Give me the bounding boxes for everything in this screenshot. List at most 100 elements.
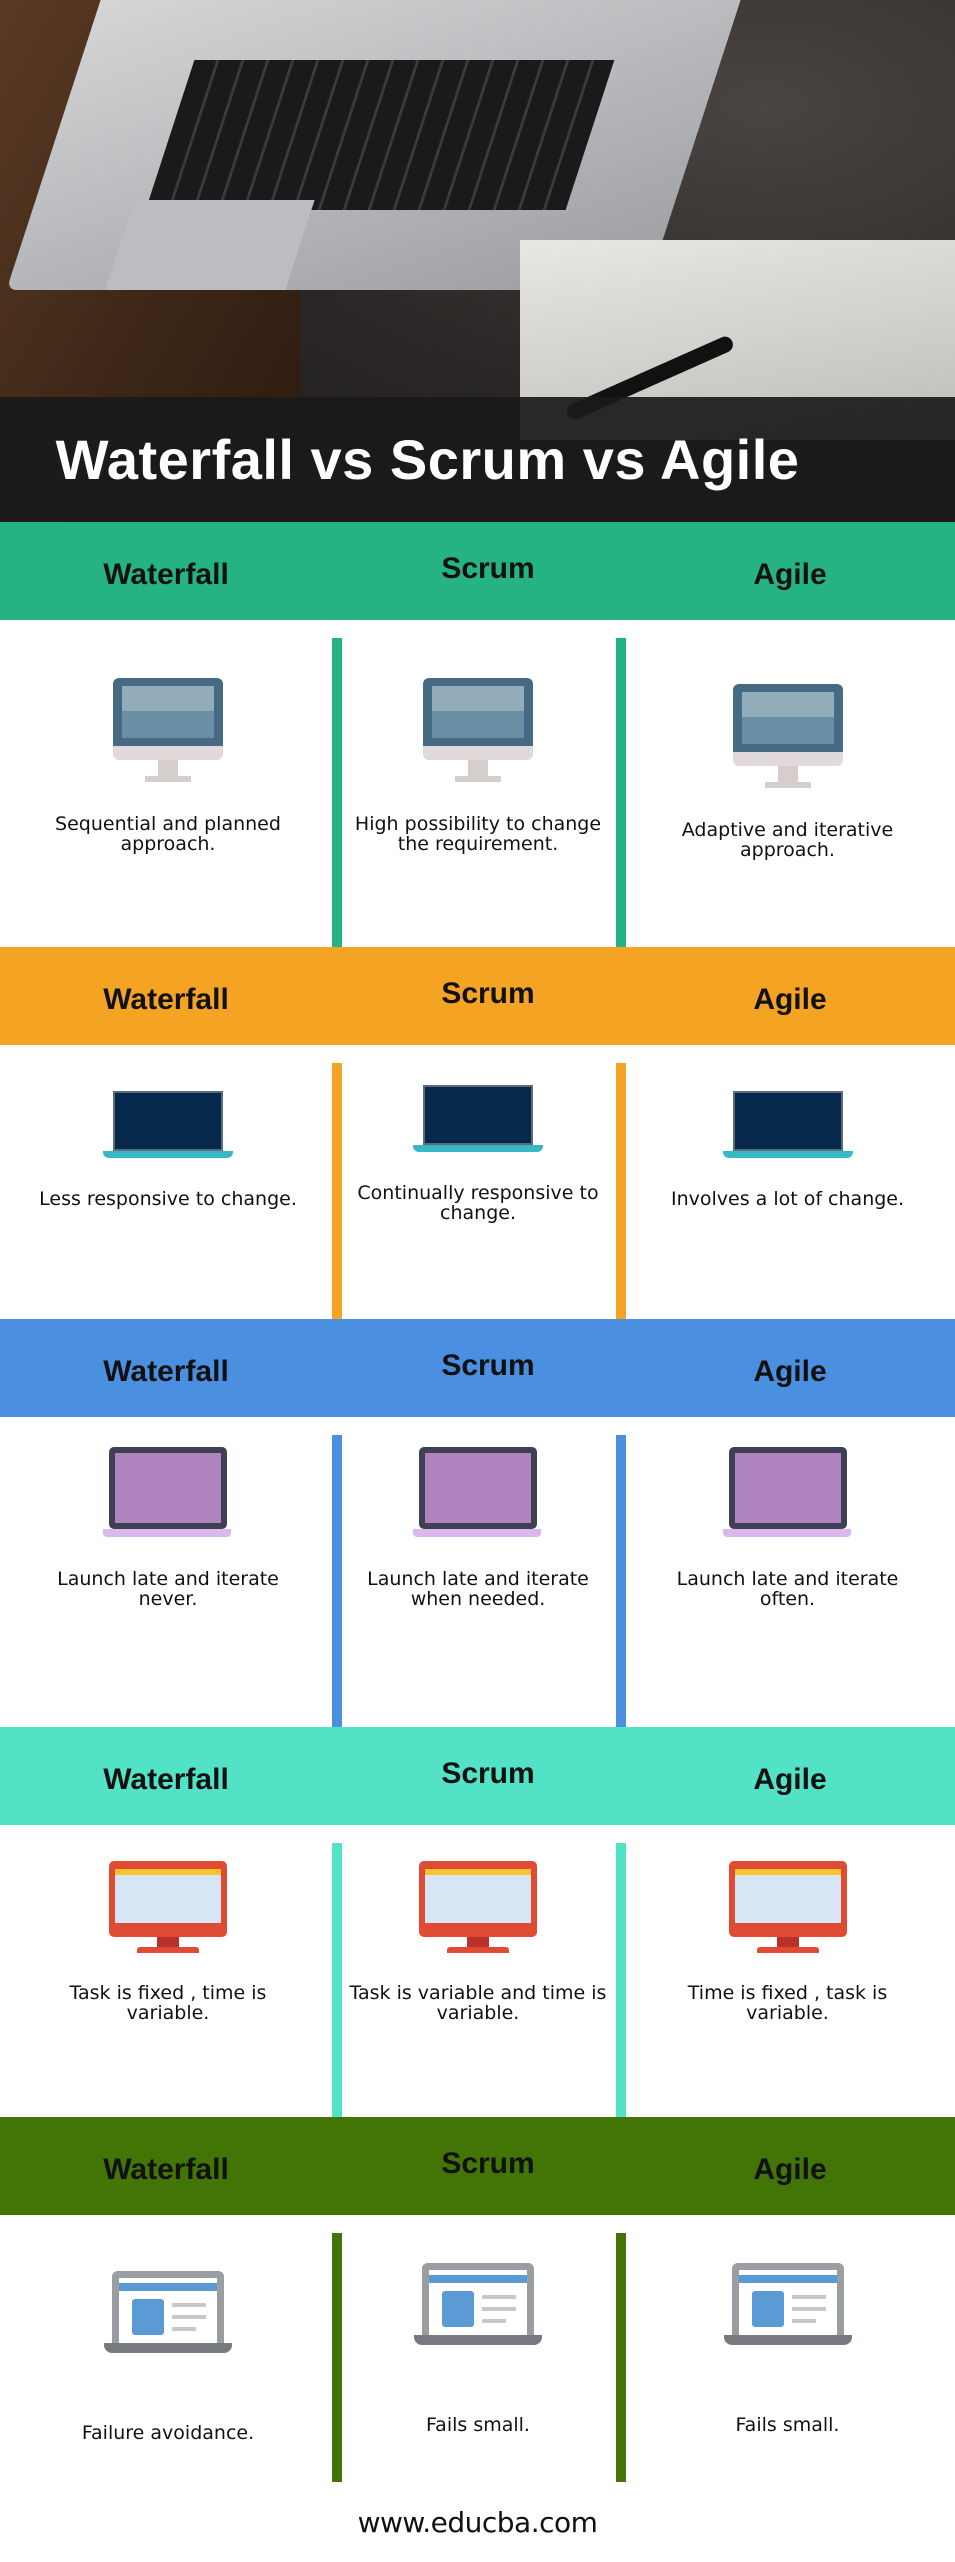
icon-part [756, 1947, 819, 1953]
section-header: Waterfall Scrum Agile [0, 1727, 955, 1825]
laptop-icon [722, 1447, 853, 1539]
icon-part [442, 2291, 474, 2327]
laptop-icon [413, 1081, 543, 1153]
cell-description: Continually responsive to change. [357, 1182, 599, 1224]
icon-part [423, 1085, 533, 1145]
icon-part [732, 684, 843, 752]
title-band: Waterfall vs Scrum vs Agile [0, 397, 955, 522]
section-body: Sequential and planned approach. High pos… [0, 620, 955, 947]
comparison-cell: Task is variable and time is variable. [336, 1825, 620, 2117]
column-header-waterfall: Waterfall [103, 558, 229, 591]
section-body: Failure avoidance. Fails small. Fails smal… [0, 2215, 955, 2482]
comparison-cell: Failure avoidance. [0, 2215, 336, 2482]
laptop-icon [722, 1087, 853, 1159]
column-header-waterfall: Waterfall [103, 2153, 229, 2186]
laptop-icon [103, 1447, 233, 1539]
icon-part [751, 2291, 784, 2327]
column-header-scrum: Scrum [441, 1757, 535, 1790]
icon-part [732, 752, 843, 766]
laptop-webpage-icon [104, 2271, 232, 2353]
laptop-icon [413, 1447, 543, 1539]
icon-part [732, 1091, 843, 1151]
icon-part [482, 2319, 506, 2323]
column-divider [616, 1063, 626, 1319]
comparison-cell: Task is fixed , time is variable. [0, 1825, 336, 2117]
section-header: Waterfall Scrum Agile [0, 1319, 955, 1417]
icon-part [158, 760, 178, 776]
icon-part [113, 746, 223, 760]
icon-part [777, 766, 798, 782]
icon-part [722, 1529, 851, 1537]
cell-description: Failure avoidance. [81, 2422, 255, 2444]
icon-part [157, 1937, 179, 1947]
icon-part [414, 2335, 542, 2345]
column-divider [332, 2233, 342, 2482]
section-body: Launch late and iterate never. Launch lat… [0, 1417, 955, 1727]
icon-part [764, 782, 811, 788]
icon-part [447, 1947, 509, 1953]
cell-description: Sequential and planned approach. [55, 813, 281, 855]
icon-part [738, 2275, 837, 2283]
icon-part [172, 2327, 196, 2331]
icon-part [722, 1151, 853, 1158]
icon-part [113, 678, 223, 746]
comparison-cell: Launch late and iterate when needed. [336, 1417, 620, 1727]
comparison-cell: Launch late and iterate often. [620, 1417, 955, 1727]
icon-part [103, 1529, 231, 1537]
cell-description: Launch late and iterate never. [57, 1568, 279, 1610]
comparison-cell: Adaptive and iterative approach. [620, 620, 955, 947]
cell-description: Launch late and iterate when needed. [367, 1568, 589, 1610]
column-divider [332, 1063, 342, 1319]
column-divider [616, 1843, 626, 2117]
cell-description: Adaptive and iterative approach. [681, 819, 894, 861]
desktop-monitor-icon [109, 1861, 227, 1953]
desktop-monitor-icon [113, 678, 223, 784]
icon-part [776, 1937, 799, 1947]
cell-description: Task is variable and time is variable. [349, 1982, 607, 2024]
icon-part [419, 1861, 537, 1937]
laptop-icon [103, 1087, 233, 1159]
icon-part [423, 678, 533, 746]
icon-part [137, 1947, 199, 1953]
icon-part [728, 1447, 847, 1529]
hero-image: Waterfall vs Scrum vs Agile [0, 0, 955, 522]
icon-part [145, 776, 191, 782]
icon-part [728, 1861, 847, 1937]
column-divider [616, 638, 626, 947]
column-header-scrum: Scrum [441, 977, 535, 1010]
column-divider [332, 638, 342, 947]
comparison-cell: Launch late and iterate never. [0, 1417, 336, 1727]
laptop-webpage-icon [723, 2263, 852, 2345]
cell-description: Time is fixed , task is variable. [687, 1982, 888, 2024]
desktop-monitor-icon [732, 684, 843, 790]
section-header: Waterfall Scrum Agile [0, 947, 955, 1045]
icon-part [112, 2271, 224, 2343]
desktop-monitor-icon [728, 1861, 847, 1953]
section-header: Waterfall Scrum Agile [0, 2117, 955, 2215]
icon-part [791, 2307, 826, 2311]
icon-part [467, 1937, 489, 1947]
icon-part [109, 1861, 227, 1937]
column-header-agile: Agile [753, 2153, 827, 2186]
comparison-cell: Involves a lot of change. [620, 1045, 955, 1319]
icon-part [468, 760, 488, 776]
comparison-cell: High possibility to change the requireme… [336, 620, 620, 947]
icon-part [109, 1447, 227, 1529]
cell-description: Involves a lot of change. [670, 1188, 905, 1210]
column-header-scrum: Scrum [441, 552, 535, 585]
comparison-cell: Sequential and planned approach. [0, 620, 336, 947]
section-header: Waterfall Scrum Agile [0, 522, 955, 620]
column-header-waterfall: Waterfall [103, 983, 229, 1016]
icon-part [413, 1529, 541, 1537]
column-header-agile: Agile [753, 983, 827, 1016]
column-divider [332, 1843, 342, 2117]
keyboard-photo [145, 60, 615, 210]
column-header-scrum: Scrum [441, 2147, 535, 2180]
cell-description: Fails small. [426, 2414, 530, 2436]
column-header-scrum: Scrum [441, 1349, 535, 1382]
comparison-cell: Time is fixed , task is variable. [620, 1825, 955, 2117]
desktop-monitor-icon [419, 1861, 537, 1953]
icon-part [723, 2335, 852, 2345]
column-divider [616, 1435, 626, 1727]
cell-description: Task is fixed , time is variable. [69, 1982, 267, 2024]
